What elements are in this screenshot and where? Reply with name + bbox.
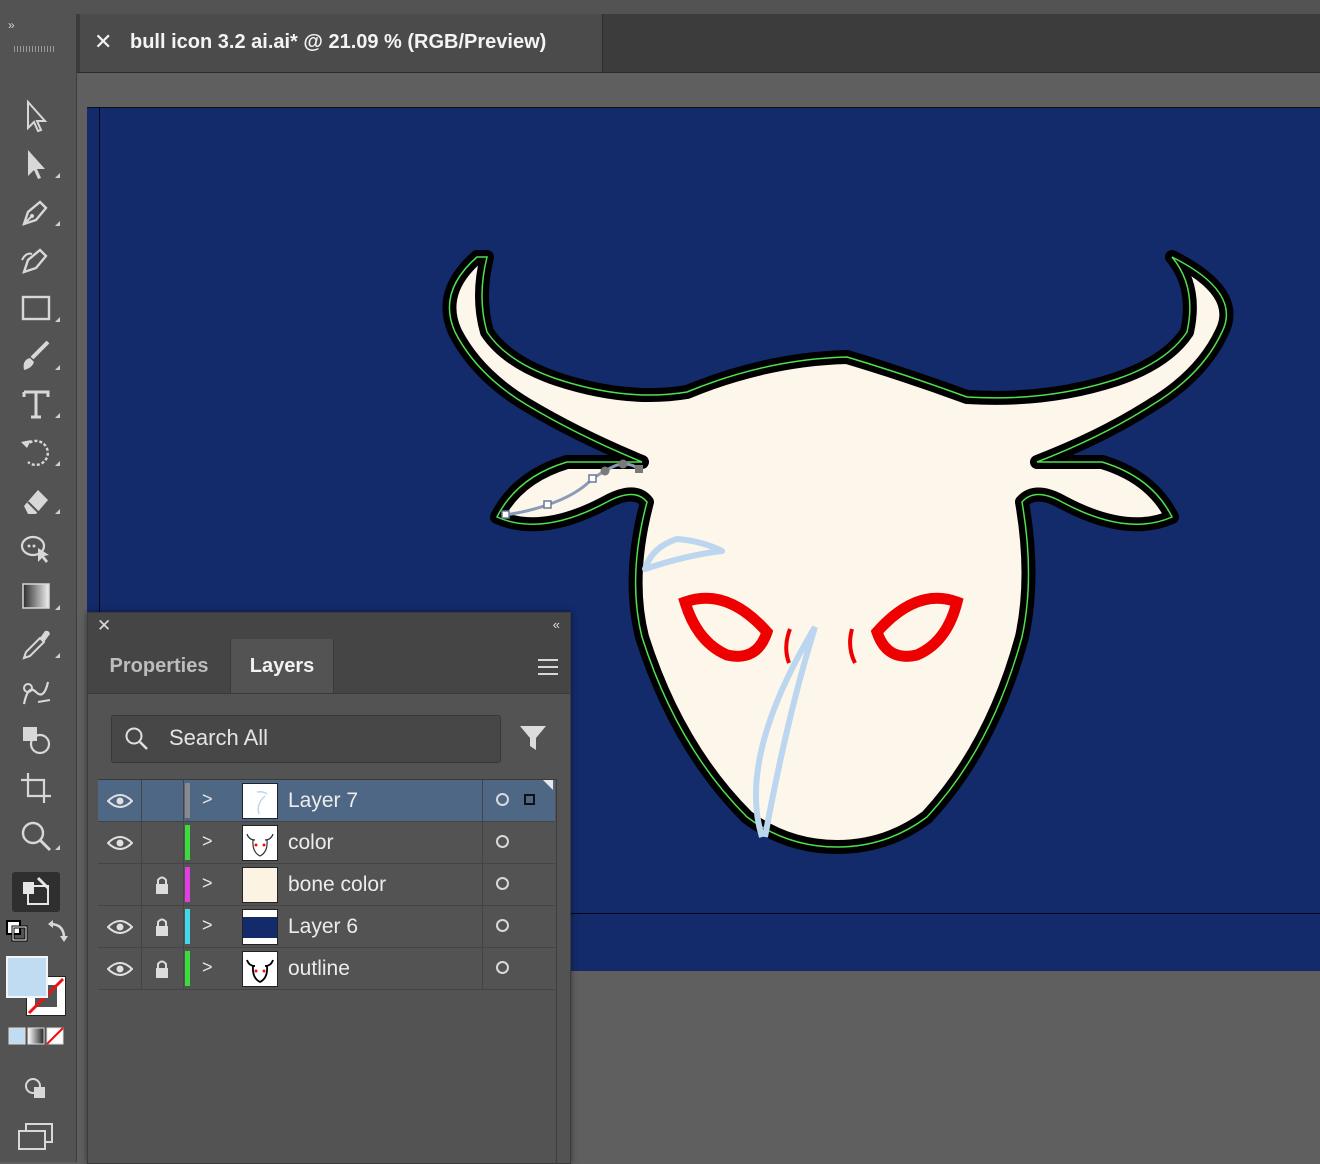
selection-indicator[interactable] bbox=[524, 794, 535, 805]
type-tool-icon[interactable] bbox=[12, 384, 60, 424]
drawing-modes-icon[interactable] bbox=[24, 1076, 48, 1100]
layer-thumbnail bbox=[242, 867, 278, 903]
filter-icon[interactable] bbox=[518, 723, 548, 753]
search-placeholder: Search All bbox=[169, 725, 269, 750]
panel-tabs: Properties Layers bbox=[88, 639, 570, 694]
eye-icon bbox=[106, 961, 133, 976]
layer-thumbnail bbox=[242, 825, 278, 861]
layer-row[interactable]: > Layer 7 bbox=[98, 780, 555, 822]
selection-tool-icon[interactable] bbox=[12, 96, 60, 136]
current-layer-indicator bbox=[543, 780, 553, 790]
layer-color-swatch bbox=[185, 867, 190, 902]
lock-toggle[interactable] bbox=[141, 864, 184, 905]
tab-properties[interactable]: Properties bbox=[88, 639, 230, 693]
layer-name[interactable]: Layer 6 bbox=[288, 915, 358, 939]
eraser-tool-icon[interactable] bbox=[12, 480, 60, 520]
blend-tool-icon[interactable] bbox=[12, 672, 60, 712]
document-tab[interactable]: ✕ bull icon 3.2 ai.ai* @ 21.09 % (RGB/Pr… bbox=[80, 14, 603, 72]
tab-layers[interactable]: Layers bbox=[230, 639, 334, 693]
screen-mode-icon[interactable] bbox=[16, 1122, 56, 1152]
pen-tool-icon[interactable] bbox=[12, 192, 60, 232]
lock-icon bbox=[156, 960, 168, 978]
layer-color-swatch bbox=[185, 951, 190, 986]
document-title: bull icon 3.2 ai.ai* @ 21.09 % (RGB/Prev… bbox=[130, 31, 547, 53]
layer-color-swatch bbox=[185, 909, 190, 944]
toolbar-grip[interactable] bbox=[14, 46, 54, 52]
visibility-toggle[interactable] bbox=[98, 906, 142, 947]
lock-toggle[interactable] bbox=[141, 822, 184, 863]
lock-toggle[interactable] bbox=[141, 780, 184, 821]
paintbrush-tool-icon[interactable] bbox=[12, 336, 60, 376]
lock-toggle[interactable] bbox=[141, 906, 184, 947]
layer-color-swatch bbox=[185, 783, 190, 818]
expand-layer-icon[interactable]: > bbox=[202, 873, 213, 894]
layer-thumbnail bbox=[242, 909, 278, 945]
search-icon bbox=[125, 727, 148, 750]
application-top-strip bbox=[0, 0, 1320, 15]
target-icon[interactable] bbox=[496, 877, 509, 890]
edit-toolbar-icon[interactable] bbox=[12, 872, 60, 912]
target-icon[interactable] bbox=[496, 793, 509, 806]
layer-row[interactable]: > outline bbox=[98, 948, 555, 990]
eyedropper-tool-icon[interactable] bbox=[12, 624, 60, 664]
collapse-panel-icon[interactable]: « bbox=[553, 617, 560, 632]
zoom-tool-icon[interactable] bbox=[12, 816, 60, 856]
target-icon[interactable] bbox=[496, 835, 509, 848]
expand-layer-icon[interactable]: > bbox=[202, 831, 213, 852]
swap-fill-stroke-icon[interactable] bbox=[46, 920, 70, 944]
fill-swatch[interactable] bbox=[6, 956, 48, 998]
default-fill-stroke-icon[interactable] bbox=[6, 920, 28, 942]
layer-row[interactable]: > Layer 6 bbox=[98, 906, 555, 948]
layer-row[interactable]: > bone color bbox=[98, 864, 555, 906]
eye-icon bbox=[106, 793, 133, 808]
gradient-tool-icon[interactable] bbox=[12, 576, 60, 616]
eye-icon bbox=[106, 919, 133, 934]
rectangle-tool-icon[interactable] bbox=[12, 288, 60, 328]
rotate-tool-icon[interactable] bbox=[12, 432, 60, 472]
close-panel-icon[interactable]: ✕ bbox=[97, 616, 111, 636]
artboard-tool-icon[interactable] bbox=[12, 768, 60, 808]
lock-icon bbox=[156, 876, 168, 894]
visibility-toggle[interactable] bbox=[98, 864, 142, 905]
layer-name[interactable]: outline bbox=[288, 957, 350, 981]
expand-layer-icon[interactable]: > bbox=[202, 915, 213, 936]
layer-thumbnail bbox=[242, 783, 278, 819]
panel-menu-icon[interactable] bbox=[538, 659, 558, 680]
visibility-toggle[interactable] bbox=[98, 822, 142, 863]
eye-icon bbox=[106, 835, 133, 850]
layer-name[interactable]: color bbox=[288, 831, 334, 855]
panel-header[interactable]: ✕ « bbox=[88, 613, 570, 639]
close-document-icon[interactable]: ✕ bbox=[94, 29, 112, 55]
toolbar-collapse-icon[interactable]: » bbox=[8, 18, 15, 32]
curvature-tool-icon[interactable] bbox=[12, 240, 60, 280]
layer-name[interactable]: bone color bbox=[288, 873, 386, 897]
lock-icon bbox=[156, 918, 168, 936]
layers-panel: ✕ « Properties Layers Search All > Layer… bbox=[87, 612, 571, 1164]
document-tab-bar: ✕ bull icon 3.2 ai.ai* @ 21.09 % (RGB/Pr… bbox=[77, 14, 1320, 73]
visibility-toggle[interactable] bbox=[98, 948, 142, 989]
puppet-warp-tool-icon[interactable] bbox=[12, 528, 60, 568]
shape-builder-tool-icon[interactable] bbox=[12, 720, 60, 760]
expand-layer-icon[interactable]: > bbox=[202, 957, 213, 978]
layer-color-swatch bbox=[185, 825, 190, 860]
direct-selection-tool-icon[interactable] bbox=[12, 144, 60, 184]
layers-list: > Layer 7 > color > bone color > Layer 6… bbox=[98, 779, 557, 1163]
visibility-toggle[interactable] bbox=[98, 780, 142, 821]
layers-search-input[interactable]: Search All bbox=[111, 715, 501, 763]
lock-toggle[interactable] bbox=[141, 948, 184, 989]
layer-row[interactable]: > color bbox=[98, 822, 555, 864]
color-mode-buttons[interactable] bbox=[8, 1027, 64, 1045]
layer-name[interactable]: Layer 7 bbox=[288, 789, 358, 813]
tools-panel: » bbox=[0, 14, 77, 1162]
target-icon[interactable] bbox=[496, 961, 509, 974]
target-icon[interactable] bbox=[496, 919, 509, 932]
expand-layer-icon[interactable]: > bbox=[202, 789, 213, 810]
layer-thumbnail bbox=[242, 951, 278, 987]
